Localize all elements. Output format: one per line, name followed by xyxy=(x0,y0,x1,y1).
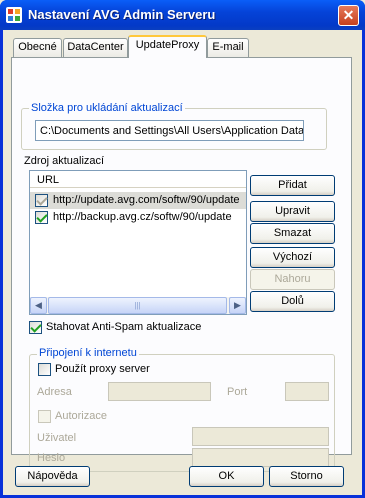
add-button[interactable]: Přidat xyxy=(250,175,335,196)
cancel-button[interactable]: Storno xyxy=(269,466,344,487)
source-2-url: http://backup.avg.cz/softw/90/update xyxy=(53,211,232,223)
ok-button[interactable]: OK xyxy=(189,466,264,487)
storage-legend: Složka pro ukládání aktualizací xyxy=(29,102,185,114)
use-proxy-checkbox[interactable] xyxy=(38,363,51,376)
close-button[interactable]: ✕ xyxy=(338,5,359,26)
scroll-left-icon[interactable]: ◀ xyxy=(30,297,47,314)
tab-updateproxy[interactable]: UpdateProxy xyxy=(128,35,207,58)
authorization-label[interactable]: Autorizace xyxy=(55,410,107,422)
dialog-window: Nastavení AVG Admin Serveru ✕ Obecné Dat… xyxy=(0,0,365,498)
move-up-button[interactable]: Nahoru xyxy=(250,269,335,290)
address-label: Adresa xyxy=(37,386,72,398)
password-input[interactable] xyxy=(192,448,329,467)
list-column-url[interactable]: URL xyxy=(30,171,246,188)
move-down-button[interactable]: Dolů xyxy=(250,291,335,312)
address-input[interactable] xyxy=(108,382,211,401)
use-proxy-label[interactable]: Použít proxy server xyxy=(55,363,150,375)
title-bar[interactable]: Nastavení AVG Admin Serveru ✕ xyxy=(0,0,365,30)
antispam-checkbox[interactable] xyxy=(29,321,42,334)
user-label: Uživatel xyxy=(37,432,77,444)
user-input[interactable] xyxy=(192,427,329,446)
delete-button[interactable]: Smazat xyxy=(250,223,335,244)
sources-label: Zdroj aktualizací xyxy=(24,155,105,167)
horizontal-scrollbar[interactable]: ◀ ||| ▶ xyxy=(30,297,246,314)
password-label: Heslo xyxy=(37,452,66,464)
source-1-url: http://update.avg.com/softw/90/update xyxy=(53,194,240,206)
help-button[interactable]: Nápověda xyxy=(15,466,90,487)
dialog-client: Obecné DataCenter UpdateProxy E-mail Slo… xyxy=(3,30,362,495)
source-2-checkbox[interactable] xyxy=(35,211,48,224)
authorization-checkbox[interactable] xyxy=(38,410,51,423)
default-button[interactable]: Výchozí xyxy=(250,247,335,268)
window-title: Nastavení AVG Admin Serveru xyxy=(28,7,216,22)
list-item[interactable]: http://update.avg.com/softw/90/update xyxy=(30,192,246,209)
edit-button[interactable]: Upravit xyxy=(250,201,335,222)
port-label: Port xyxy=(227,386,248,398)
list-item[interactable]: http://backup.avg.cz/softw/90/update xyxy=(30,209,246,226)
scroll-right-icon[interactable]: ▶ xyxy=(229,297,246,314)
proxy-legend: Připojení k internetu xyxy=(37,347,139,359)
storage-path-input[interactable]: C:\Documents and Settings\All Users\Appl… xyxy=(35,120,304,141)
port-input[interactable] xyxy=(285,382,329,401)
source-1-checkbox[interactable] xyxy=(35,194,48,207)
antispam-label[interactable]: Stahovat Anti-Spam aktualizace xyxy=(46,321,201,333)
tab-email[interactable]: E-mail xyxy=(207,38,249,57)
tab-datacenter[interactable]: DataCenter xyxy=(63,38,128,57)
updateproxy-panel: Složka pro ukládání aktualizací C:\Docum… xyxy=(11,57,352,472)
update-sources-list[interactable]: URL http://update.avg.com/softw/90/updat… xyxy=(29,170,247,315)
tab-obecne[interactable]: Obecné xyxy=(13,38,62,57)
scroll-thumb[interactable]: ||| xyxy=(48,297,227,314)
avg-logo-icon xyxy=(6,7,22,23)
